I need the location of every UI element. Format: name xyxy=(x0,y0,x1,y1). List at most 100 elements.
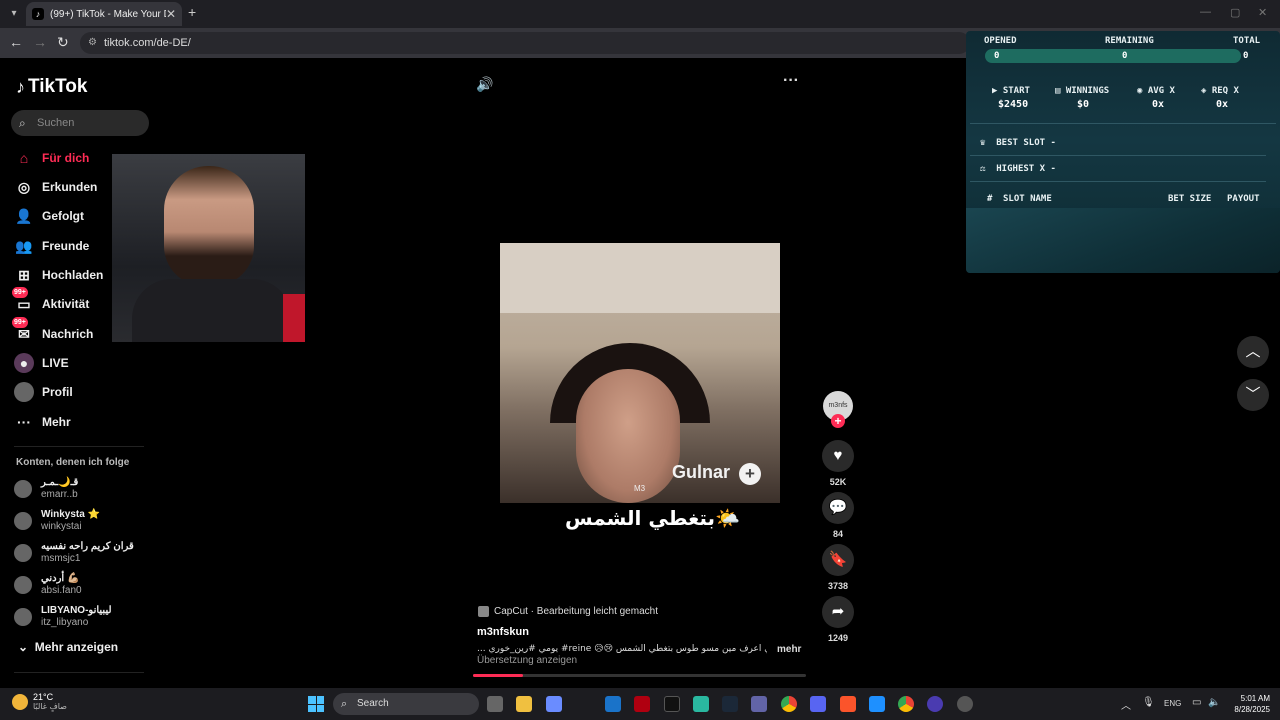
chrome-icon[interactable] xyxy=(781,696,797,712)
volume-icon[interactable]: 🔊 xyxy=(476,76,493,93)
following-account[interactable]: أردني 💪🏼 absi.fan0 xyxy=(14,570,82,600)
avg-label: ◉ AVG X xyxy=(1137,86,1175,96)
translate-link[interactable]: Übersetzung anzeigen xyxy=(477,655,577,666)
clock-date: 8/28/2025 xyxy=(1234,705,1270,714)
account-name: أردني 💪🏼 xyxy=(41,573,80,584)
video-author[interactable]: m3nfskun xyxy=(477,626,529,638)
network-icon[interactable]: ▭ xyxy=(1192,697,1201,708)
weather-widget[interactable]: 21°C صافٍ غالبًا xyxy=(12,692,67,711)
follow-plus-icon[interactable]: + xyxy=(831,414,845,428)
more-description-button[interactable]: mehr xyxy=(777,644,801,655)
sidebar-item-nachrichten[interactable]: ✉ 99+ Nachrich xyxy=(12,317,93,345)
site-info-icon[interactable]: ⚙ xyxy=(88,32,97,54)
scale-icon: ⚖ xyxy=(980,164,986,174)
following-account[interactable]: قران كريم راحه نفسيه msmsjc1 xyxy=(14,538,134,568)
search-icon: ⌕ xyxy=(341,698,348,710)
share-icon: ➦ xyxy=(831,603,845,620)
chevron-down-icon: ﹀ xyxy=(1245,386,1261,403)
following-account[interactable]: Winkysta ⭐ winkystai xyxy=(14,506,100,536)
video-progress-bar[interactable] xyxy=(473,674,806,677)
sidebar-item-aktivitaet[interactable]: ▭ 99+ Aktivität xyxy=(12,287,89,315)
req-label: ◈ REQ X xyxy=(1201,86,1239,96)
tiktok-logo[interactable]: ♪ TikTok xyxy=(16,76,87,98)
following-account[interactable]: قـ🌙ـمـر emarr..b xyxy=(14,474,78,504)
sidebar-item-freunde[interactable]: 👥 Freunde xyxy=(14,235,89,257)
profile-icon xyxy=(14,382,34,402)
capcut-icon xyxy=(478,606,489,617)
search-input[interactable]: ⌕ Suchen xyxy=(11,110,149,136)
opened-header: OPENED xyxy=(984,36,1017,46)
video-face xyxy=(576,369,680,503)
new-tab-icon[interactable]: + xyxy=(188,4,196,20)
video-overlay-name: Gulnar xyxy=(672,462,731,482)
sidebar-item-hochladen[interactable]: ⊞ Hochladen xyxy=(14,264,103,286)
target-icon: ◈ xyxy=(1201,86,1207,96)
user-follow-icon: 👤 xyxy=(15,208,33,224)
windows-start-icon[interactable] xyxy=(308,696,324,712)
obs-icon[interactable] xyxy=(927,696,943,712)
account-handle: emarr..b xyxy=(41,489,78,500)
sidebar-item-erkunden[interactable]: ◎ Erkunden xyxy=(14,176,97,198)
forward-icon[interactable]: → xyxy=(33,34,47,50)
taskbar-search-label: Search xyxy=(357,698,389,709)
minimize-icon[interactable]: — xyxy=(1200,6,1211,18)
sidebar-item-fuer-dich[interactable]: ⌂ Für dich xyxy=(14,147,90,169)
maximize-icon[interactable]: ▢ xyxy=(1230,6,1240,19)
following-account[interactable]: LIBYANO-ليبيانو itz_libyano xyxy=(14,602,112,632)
brave-icon[interactable] xyxy=(840,696,856,712)
req-value: 0x xyxy=(1216,99,1229,110)
video-player[interactable] xyxy=(500,243,780,503)
whatsapp-icon[interactable] xyxy=(693,696,709,712)
chrome-active-icon[interactable] xyxy=(898,696,914,712)
language-indicator[interactable]: ENG xyxy=(1164,699,1181,708)
steam-icon[interactable] xyxy=(722,696,738,712)
outlook-icon[interactable] xyxy=(605,696,621,712)
close-window-icon[interactable]: ✕ xyxy=(1258,6,1267,19)
url-field[interactable]: ⚙ tiktok.com/de-DE/ xyxy=(80,32,970,54)
tiktok-app-icon[interactable] xyxy=(664,696,680,712)
stream-stats-panel: OPENED REMAINING TOTAL 0 0 0 ▶ START $24… xyxy=(966,31,1280,273)
comment-button[interactable]: 💬 xyxy=(822,492,854,524)
sidebar-item-label: Hochladen xyxy=(42,268,104,282)
file-explorer-icon[interactable] xyxy=(516,696,532,712)
system-clock[interactable]: 5:01 AM 8/28/2025 xyxy=(1222,693,1270,715)
sidebar-item-label: LIVE xyxy=(42,356,69,370)
teams-icon[interactable] xyxy=(751,696,767,712)
previous-video-button[interactable]: ︿ xyxy=(1237,336,1269,368)
like-button[interactable]: ♥ xyxy=(822,440,854,472)
temperature: 21°C xyxy=(33,692,54,702)
sidebar-divider xyxy=(14,672,144,673)
task-view-icon[interactable] xyxy=(487,696,503,712)
discord-icon[interactable] xyxy=(810,696,826,712)
account-handle: msmsjc1 xyxy=(41,553,81,564)
account-handle: winkystai xyxy=(41,521,82,532)
winnings-value: $0 xyxy=(1077,99,1090,110)
sidebar-item-gefolgt[interactable]: 👤 Gefolgt xyxy=(14,205,84,227)
netflix-icon[interactable] xyxy=(634,696,650,712)
show-more-button[interactable]: ⌄ Mehr anzeigen xyxy=(18,640,118,654)
tab-search-icon[interactable]: ▾ xyxy=(6,6,22,22)
share-button[interactable]: ➦ xyxy=(822,596,854,628)
more-options-icon[interactable]: ··· xyxy=(783,72,799,90)
taskbar-search[interactable]: ⌕ Search xyxy=(333,693,479,715)
gaming-chair xyxy=(283,294,305,342)
tray-chevron-icon[interactable]: ︿ xyxy=(1121,697,1131,712)
save-button[interactable]: 🔖 xyxy=(822,544,854,576)
browser-tab[interactable]: ♪ (99+) TikTok - Make Your Day ✕ xyxy=(26,2,182,26)
chart-icon: ◉ xyxy=(1137,86,1143,96)
account-name: LIBYANO-ليبيانو xyxy=(41,605,112,616)
close-tab-icon[interactable]: ✕ xyxy=(166,7,176,21)
defender-icon[interactable] xyxy=(869,696,885,712)
sidebar-item-mehr[interactable]: ··· Mehr xyxy=(14,411,71,433)
capcut-link[interactable]: CapCut · Bearbeitung leicht gemacht xyxy=(478,606,658,617)
copilot-icon[interactable] xyxy=(546,696,562,712)
next-video-button[interactable]: ﹀ xyxy=(1237,379,1269,411)
microphone-icon[interactable]: 🎙 xyxy=(1142,697,1155,708)
chevron-down-icon: ⌄ xyxy=(18,640,29,654)
sidebar-item-live[interactable]: ● LIVE xyxy=(14,352,69,374)
speaker-icon[interactable]: 🔈 xyxy=(1208,697,1220,708)
settings-icon[interactable] xyxy=(957,696,973,712)
reload-icon[interactable]: ↻ xyxy=(57,34,69,51)
sidebar-item-profil[interactable]: Profil xyxy=(14,381,73,403)
back-icon[interactable]: ← xyxy=(9,34,23,50)
